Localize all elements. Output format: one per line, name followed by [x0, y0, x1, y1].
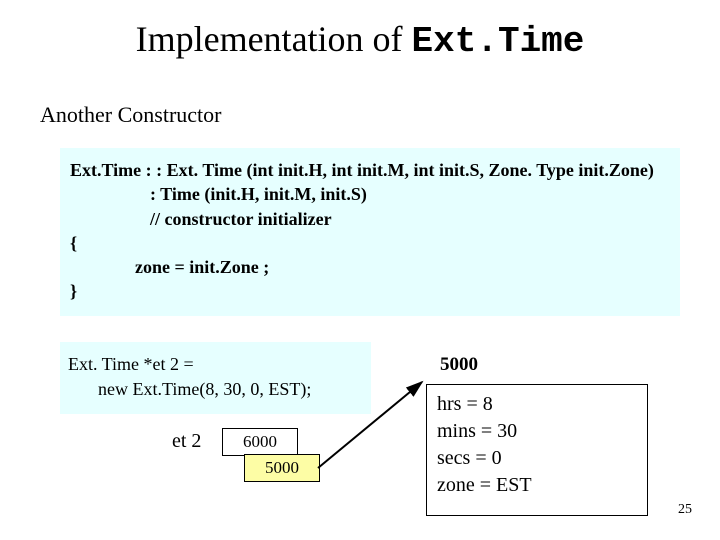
- slide: Implementation of Ext.Time Another Const…: [0, 0, 720, 540]
- code-line-3: // constructor initializer: [70, 207, 670, 231]
- constructor-code-box: Ext.Time : : Ext. Time (int init.H, int …: [60, 148, 680, 316]
- result-line-1: hrs = 8: [437, 391, 637, 418]
- subtitle: Another Constructor: [40, 102, 221, 128]
- code-line-4: {: [70, 231, 670, 255]
- title-prefix: Implementation of: [136, 19, 412, 59]
- code-line-2: : Time (init.H, init.M, init.S): [70, 182, 670, 206]
- snippet-line-1: Ext. Time *et 2 =: [68, 352, 363, 377]
- code-line-5: zone = init.Zone ;: [70, 255, 670, 279]
- result-box: hrs = 8 mins = 30 secs = 0 zone = EST: [426, 384, 648, 516]
- pointer-box: 6000: [222, 428, 298, 456]
- page-number: 25: [678, 502, 692, 518]
- usage-snippet-box: Ext. Time *et 2 = new Ext.Time(8, 30, 0,…: [60, 342, 371, 414]
- code-line-6: }: [70, 279, 670, 303]
- value-box: 5000: [244, 454, 320, 482]
- address-label: 5000: [440, 354, 478, 376]
- snippet-line-2: new Ext.Time(8, 30, 0, EST);: [68, 377, 363, 402]
- slide-title: Implementation of Ext.Time: [0, 18, 720, 62]
- code-line-1: Ext.Time : : Ext. Time (int init.H, int …: [70, 158, 670, 182]
- result-line-4: zone = EST: [437, 472, 637, 499]
- et2-label: et 2: [172, 430, 201, 453]
- title-mono: Ext.Time: [412, 21, 585, 62]
- result-line-2: mins = 30: [437, 418, 637, 445]
- result-line-3: secs = 0: [437, 445, 637, 472]
